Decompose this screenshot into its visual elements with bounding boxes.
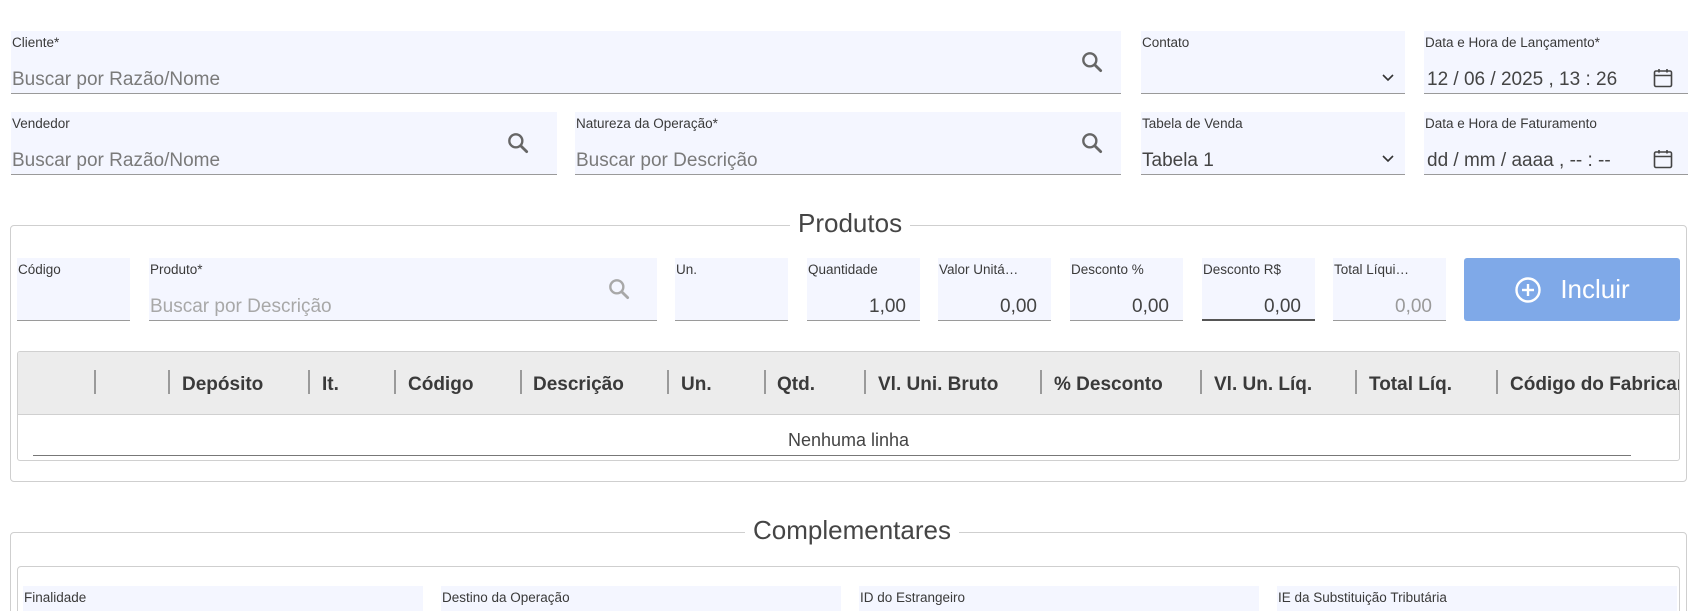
desconto-rs-label: Desconto R$ — [1203, 262, 1282, 277]
column-separator[interactable] — [94, 370, 96, 394]
total-liquido-field: Total Líqui… 0,00 — [1333, 258, 1446, 321]
contato-label: Contato — [1142, 35, 1190, 50]
search-icon[interactable] — [606, 276, 632, 302]
natureza-input[interactable]: Buscar por Descrição — [576, 150, 758, 172]
produtos-grid: Depósito It. Código Descrição Un. Qtd. V… — [17, 351, 1680, 461]
column-separator[interactable] — [864, 370, 866, 394]
cliente-field[interactable]: Cliente* Buscar por Razão/Nome — [11, 31, 1121, 94]
data-faturamento-input[interactable]: dd / mm / aaaa , -- : -- — [1427, 150, 1611, 172]
chevron-down-icon — [1382, 155, 1394, 163]
natureza-label: Natureza da Operação* — [576, 116, 718, 131]
contato-select[interactable]: Contato — [1141, 31, 1405, 94]
calendar-icon[interactable] — [1652, 67, 1674, 89]
codigo-label: Código — [18, 262, 61, 277]
data-faturamento-field[interactable]: Data e Hora de Faturamento dd / mm / aaa… — [1424, 112, 1688, 175]
column-separator[interactable] — [1040, 370, 1042, 394]
empty-grid-message: Nenhuma linha — [787, 430, 910, 450]
destino-operacao-label: Destino da Operação — [442, 590, 570, 605]
column-header-item[interactable]: It. — [322, 374, 339, 396]
column-header-codigo[interactable]: Código — [408, 374, 473, 396]
desconto-rs-field[interactable]: Desconto R$ 0,00 — [1202, 258, 1315, 321]
column-header-deposito[interactable]: Depósito — [182, 374, 263, 396]
vendedor-label: Vendedor — [12, 116, 70, 131]
incluir-button[interactable]: Incluir — [1464, 258, 1680, 321]
column-header-vl-un-liq[interactable]: Vl. Un. Líq. — [1214, 374, 1312, 396]
id-estrangeiro-label: ID do Estrangeiro — [860, 590, 966, 605]
data-lancamento-field[interactable]: Data e Hora de Lançamento* 12 / 06 / 202… — [1424, 31, 1688, 94]
chevron-down-icon — [1382, 74, 1394, 82]
desconto-pct-label: Desconto % — [1071, 262, 1144, 277]
produtos-title: Produtos — [790, 208, 911, 239]
desconto-rs-input[interactable]: 0,00 — [1264, 296, 1301, 318]
horizontal-scrollbar[interactable] — [33, 455, 1631, 456]
column-separator[interactable] — [764, 370, 766, 394]
valor-unitario-label: Valor Unitá… — [939, 262, 1019, 277]
search-icon[interactable] — [1079, 49, 1105, 75]
finalidade-label: Finalidade — [24, 590, 87, 605]
column-separator[interactable] — [308, 370, 310, 394]
desconto-pct-input[interactable]: 0,00 — [1132, 296, 1169, 318]
quantidade-input[interactable]: 1,00 — [869, 296, 906, 318]
column-header-un[interactable]: Un. — [681, 374, 712, 396]
ie-substituicao-label: IE da Substituição Tributária — [1278, 590, 1447, 605]
tabela-venda-value: Tabela 1 — [1142, 150, 1214, 171]
vendedor-input[interactable]: Buscar por Razão/Nome — [12, 150, 220, 172]
desconto-pct-field[interactable]: Desconto % 0,00 — [1070, 258, 1183, 321]
column-separator[interactable] — [1496, 370, 1498, 394]
total-liquido-label: Total Líqui… — [1334, 262, 1410, 277]
column-header-total-liq[interactable]: Total Líq. — [1369, 374, 1452, 396]
finalidade-field[interactable]: Finalidade — [23, 586, 423, 611]
column-separator[interactable] — [667, 370, 669, 394]
search-icon[interactable] — [505, 130, 531, 156]
vendedor-field[interactable]: Vendedor Buscar por Razão/Nome — [11, 112, 557, 175]
quantidade-label: Quantidade — [808, 262, 878, 277]
natureza-operacao-field[interactable]: Natureza da Operação* Buscar por Descriç… — [575, 112, 1121, 175]
tabela-venda-select[interactable]: Tabela de Venda Tabela 1 — [1141, 112, 1405, 175]
codigo-field[interactable]: Código — [17, 258, 130, 321]
column-separator[interactable] — [1355, 370, 1357, 394]
column-separator[interactable] — [394, 370, 396, 394]
column-header-descricao[interactable]: Descrição — [533, 374, 624, 396]
complementares-title: Complementares — [745, 515, 959, 546]
id-estrangeiro-field[interactable]: ID do Estrangeiro — [859, 586, 1259, 611]
search-icon[interactable] — [1079, 130, 1105, 156]
tabela-venda-label: Tabela de Venda — [1142, 116, 1243, 131]
un-label: Un. — [676, 262, 698, 277]
un-field[interactable]: Un. — [675, 258, 788, 321]
cliente-input[interactable]: Buscar por Razão/Nome — [12, 69, 220, 91]
column-header-desconto[interactable]: % Desconto — [1054, 374, 1163, 396]
incluir-label: Incluir — [1560, 274, 1630, 304]
column-separator[interactable] — [1200, 370, 1202, 394]
quantidade-field[interactable]: Quantidade 1,00 — [807, 258, 920, 321]
column-header-vl-uni-bruto[interactable]: Vl. Uni. Bruto — [878, 374, 998, 396]
cliente-label: Cliente* — [12, 35, 60, 50]
produto-label: Produto* — [150, 262, 203, 277]
valor-unitario-field[interactable]: Valor Unitá… 0,00 — [938, 258, 1051, 321]
valor-unitario-input[interactable]: 0,00 — [1000, 296, 1037, 318]
data-lancamento-label: Data e Hora de Lançamento* — [1425, 35, 1600, 50]
column-separator[interactable] — [520, 370, 522, 394]
data-lancamento-input[interactable]: 12 / 06 / 2025 , 13 : 26 — [1427, 69, 1617, 91]
column-header-codigo-fabricante[interactable]: Código do Fabricante — [1510, 374, 1679, 396]
calendar-icon[interactable] — [1652, 148, 1674, 170]
destino-operacao-field[interactable]: Destino da Operação — [441, 586, 841, 611]
produto-input[interactable]: Buscar por Descrição — [150, 296, 332, 318]
column-header-qtd[interactable]: Qtd. — [777, 374, 815, 396]
column-separator[interactable] — [168, 370, 170, 394]
plus-circle-icon — [1515, 276, 1542, 303]
ie-substituicao-field[interactable]: IE da Substituição Tributária — [1277, 586, 1677, 611]
total-liquido-value: 0,00 — [1395, 296, 1432, 317]
data-faturamento-label: Data e Hora de Faturamento — [1425, 116, 1597, 131]
produto-field[interactable]: Produto* Buscar por Descrição — [149, 258, 657, 321]
grid-header: Depósito It. Código Descrição Un. Qtd. V… — [18, 352, 1679, 415]
